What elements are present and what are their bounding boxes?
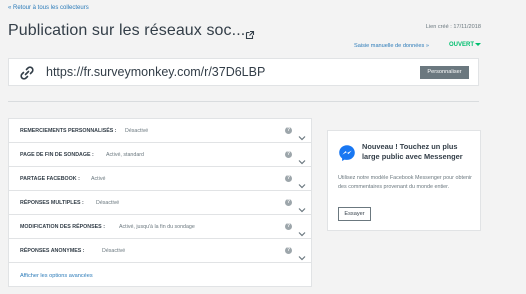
back-to-collectors-link[interactable]: « Retour à tous les collecteurs xyxy=(8,5,89,11)
option-row-edit-responses[interactable]: MODIFICATION DES RÉPONSES : Activé, jusq… xyxy=(9,215,311,239)
chevron-down-icon[interactable] xyxy=(298,176,306,189)
collector-url-bar: https://fr.surveymonkey.com/r/37D6LBP Pe… xyxy=(8,58,479,86)
external-link-icon[interactable] xyxy=(245,27,255,40)
messenger-promo-title: Nouveau ! Touchez un plus large public a… xyxy=(362,142,463,161)
question-circle-icon[interactable]: ? xyxy=(285,223,292,230)
manual-data-entry-link[interactable]: Saisie manuelle de données » xyxy=(354,43,429,49)
option-label: MODIFICATION DES RÉPONSES : xyxy=(20,224,105,230)
page-title: Publication sur les réseaux soc... xyxy=(8,22,246,39)
collector-status-dropdown[interactable]: OUVERT xyxy=(449,42,482,48)
option-value: Désactivé xyxy=(96,200,120,206)
link-created-date: Lien créé : 17/11/2018 xyxy=(425,24,481,30)
option-row-facebook-share[interactable]: PARTAGE FACEBOOK : Activé ? xyxy=(9,167,311,191)
option-label: REMERCIEMENTS PERSONNALISÉS : xyxy=(20,128,117,134)
collector-url[interactable]: https://fr.surveymonkey.com/r/37D6LBP xyxy=(46,65,265,79)
chevron-down-icon[interactable] xyxy=(298,248,306,261)
option-value: Activé, standard xyxy=(106,152,144,158)
chain-link-icon xyxy=(19,65,35,81)
chevron-down-icon[interactable] xyxy=(298,128,306,141)
question-circle-icon[interactable]: ? xyxy=(285,175,292,182)
section-divider xyxy=(8,101,479,102)
question-circle-icon[interactable]: ? xyxy=(285,199,292,206)
option-row-custom-thanks[interactable]: REMERCIEMENTS PERSONNALISÉS : Désactivé … xyxy=(9,119,311,143)
chevron-down-icon[interactable] xyxy=(298,152,306,165)
option-label: PAGE DE FIN DE SONDAGE : xyxy=(20,152,94,158)
option-value: Activé, jusqu'à la fin du sondage xyxy=(119,224,195,230)
option-value: Désactivé xyxy=(125,128,149,134)
caret-down-icon xyxy=(475,42,482,46)
option-label: RÉPONSES MULTIPLES : xyxy=(20,200,84,206)
option-value: Désactivé xyxy=(102,248,126,254)
option-label: PARTAGE FACEBOOK : xyxy=(20,176,80,182)
option-row-multiple-responses[interactable]: RÉPONSES MULTIPLES : Désactivé ? xyxy=(9,191,311,215)
collector-options-panel: REMERCIEMENTS PERSONNALISÉS : Désactivé … xyxy=(8,118,312,287)
question-circle-icon[interactable]: ? xyxy=(285,127,292,134)
option-value: Activé xyxy=(91,176,106,182)
messenger-promo-description: Utilisez notre modèle Facebook Messenger… xyxy=(338,175,472,190)
question-circle-icon[interactable]: ? xyxy=(285,151,292,158)
customize-link-button[interactable]: Personnaliser xyxy=(420,66,469,79)
question-circle-icon[interactable]: ? xyxy=(285,247,292,254)
chevron-down-icon[interactable] xyxy=(298,224,306,237)
option-label: RÉPONSES ANONYMES : xyxy=(20,248,85,254)
option-row-anonymous-responses[interactable]: RÉPONSES ANONYMES : Désactivé ? xyxy=(9,239,311,263)
chevron-down-icon[interactable] xyxy=(298,200,306,213)
messenger-promo-card: Nouveau ! Touchez un plus large public a… xyxy=(327,130,481,231)
messenger-icon xyxy=(338,144,356,162)
try-messenger-button[interactable]: Essayer xyxy=(338,207,371,221)
status-label: OUVERT xyxy=(449,42,475,48)
show-advanced-options-link[interactable]: Afficher les options avancées xyxy=(20,273,93,279)
option-row-end-page[interactable]: PAGE DE FIN DE SONDAGE : Activé, standar… xyxy=(9,143,311,167)
